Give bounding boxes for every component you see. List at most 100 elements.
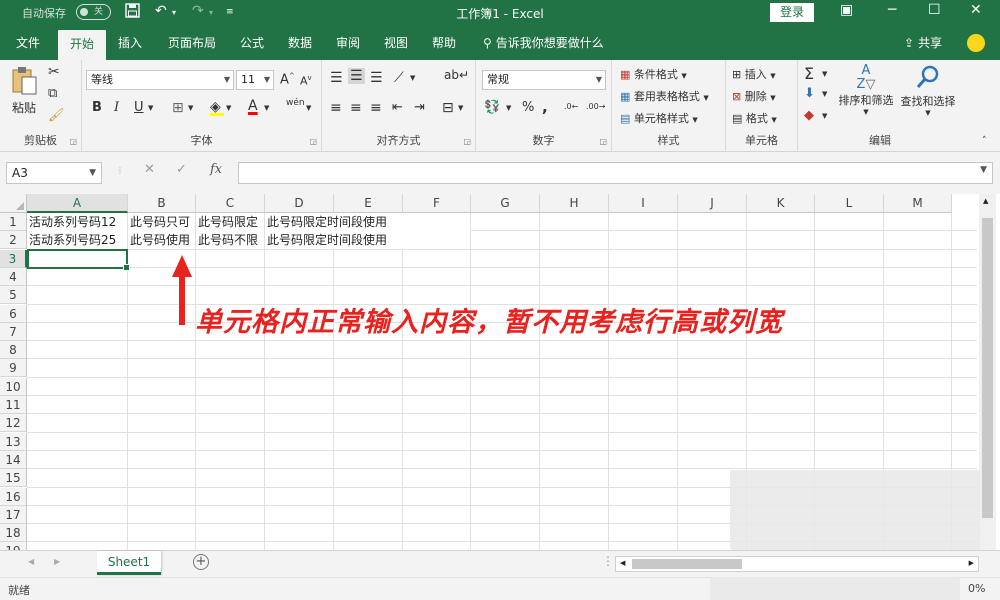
cell-b2[interactable]: 此号码使用 [128,231,195,250]
column-header-m[interactable]: M [884,194,952,213]
share-button[interactable]: ⇪ 共享 [904,26,942,60]
horizontal-scroll-thumb[interactable] [632,559,742,569]
format-as-table-button[interactable]: ▦ 套用表格格式 ▼ [620,88,709,104]
tell-me-box[interactable]: ⚲ 告诉我你想要做什么 [483,26,604,60]
column-header-g[interactable]: G [471,194,540,213]
close-icon[interactable]: ✕ [970,2,982,18]
cell-c1[interactable]: 此号码限定 [196,213,264,231]
row-header-17[interactable]: 17 [0,505,27,524]
column-header-l[interactable]: L [815,194,884,213]
increase-decimal-icon[interactable]: .0← [564,102,578,111]
row-header-6[interactable]: 6 [0,304,27,323]
underline-button[interactable]: U [134,100,144,115]
chevron-down-icon[interactable]: ▼ [188,104,193,112]
column-header-j[interactable]: J [678,194,747,213]
tab-review[interactable]: 审阅 [328,26,368,60]
chevron-down-icon[interactable]: ▼ [306,104,311,112]
row-header-13[interactable]: 13 [0,432,27,451]
phonetic-icon[interactable]: wén [286,98,305,108]
font-launcher-icon[interactable]: ◲ [309,137,317,146]
row-header-18[interactable]: 18 [0,524,27,543]
format-painter-icon[interactable]: 🖌 [48,108,65,123]
top-align-icon[interactable]: ☰ [330,70,343,86]
row-header-9[interactable]: 9 [0,359,27,378]
tab-view[interactable]: 视图 [376,26,416,60]
column-header-a[interactable]: A [27,194,128,213]
percent-button[interactable]: % [522,100,534,115]
orientation-icon[interactable]: ⟋ [394,70,404,86]
tab-page-layout[interactable]: 页面布局 [160,26,224,60]
number-launcher-icon[interactable]: ◲ [599,137,607,146]
row-header-16[interactable]: 16 [0,487,27,506]
select-all-button[interactable] [0,194,27,213]
insert-function-button[interactable]: fx [210,162,222,177]
row-header-14[interactable]: 14 [0,450,27,469]
number-format-select[interactable]: 常规 ▼ [482,70,606,90]
sort-filter-button[interactable]: A Z▽ 排序和筛选 ▼ [836,64,896,117]
cell-d1[interactable]: 此号码限定时间段使用 [265,213,470,231]
column-header-h[interactable]: H [540,194,609,213]
cell-styles-button[interactable]: ▤ 单元格样式 ▼ [620,110,698,126]
column-header-b[interactable]: B [128,194,196,213]
collapse-ribbon-icon[interactable]: ˄ [982,136,987,146]
login-button[interactable]: 登录 [770,3,814,22]
fill-icon[interactable]: ⬇ [804,86,815,101]
column-header-d[interactable]: D [265,194,334,213]
column-header-e[interactable]: E [334,194,403,213]
decrease-indent-icon[interactable]: ⇤ [392,100,403,115]
scroll-left-icon[interactable]: ◀ [620,559,625,567]
tab-split-icon[interactable]: ⋮ [602,554,614,568]
fill-color-icon[interactable]: ◈ [210,99,224,116]
merge-center-icon[interactable]: ⊟ [442,100,454,116]
clear-icon[interactable]: ◆ [804,108,814,123]
clipboard-launcher-icon[interactable]: ◲ [69,137,77,146]
horizontal-scrollbar[interactable]: ◀ ▶ [615,556,979,572]
row-header-8[interactable]: 8 [0,341,27,360]
chevron-down-icon[interactable]: ▼ [148,104,153,112]
column-header-k[interactable]: K [747,194,815,213]
vertical-scroll-thumb[interactable] [982,218,993,518]
maximize-icon[interactable]: ☐ [928,2,941,18]
decrease-font-icon[interactable]: Av [300,74,312,88]
font-name-select[interactable]: 等线 ▼ [86,70,234,90]
increase-font-icon[interactable]: A^ [280,72,295,87]
comma-button[interactable]: , [542,98,548,116]
row-header-7[interactable]: 7 [0,322,27,341]
row-header-1[interactable]: 1 [0,213,27,231]
borders-icon[interactable]: ⊞ [172,100,184,116]
row-header-19[interactable]: 19 [0,542,27,550]
align-center-icon[interactable]: ≡ [350,100,362,116]
ribbon-display-icon[interactable]: ▣ [840,2,853,18]
cut-icon[interactable]: ✂ [48,64,60,80]
bold-button[interactable]: B [92,100,102,115]
copy-icon[interactable]: ⧉ [48,86,57,101]
column-header-i[interactable]: I [609,194,678,213]
tab-file[interactable]: 文件 [8,26,48,60]
middle-align-icon[interactable]: ☰ [348,68,365,84]
conditional-formatting-button[interactable]: ▦ 条件格式 ▼ [620,66,687,82]
tab-data[interactable]: 数据 [280,26,320,60]
feedback-smiley-icon[interactable] [967,34,985,52]
font-color-icon[interactable]: A [248,98,258,114]
row-header-5[interactable]: 5 [0,286,27,305]
align-left-icon[interactable]: ≡ [330,100,342,116]
column-header-c[interactable]: C [196,194,265,213]
sheet-tab-sheet1[interactable]: Sheet1 [97,551,161,575]
italic-button[interactable]: I [114,100,119,115]
chevron-down-icon[interactable]: ▼ [506,104,511,112]
vertical-scrollbar[interactable]: ▲ [979,194,996,550]
zoom-level[interactable]: 0% [968,582,985,595]
alignment-launcher-icon[interactable]: ◲ [463,137,471,146]
chevron-down-icon[interactable]: ▼ [410,74,415,82]
tab-formulas[interactable]: 公式 [232,26,272,60]
row-header-3[interactable]: 3 [0,249,27,268]
chevron-down-icon[interactable]: ▼ [264,104,269,112]
tab-insert[interactable]: 插入 [110,26,150,60]
cell-c2[interactable]: 此号码不限 [196,231,264,250]
row-header-4[interactable]: 4 [0,267,27,286]
chevron-down-icon[interactable]: ▼ [980,165,987,175]
chevron-down-icon[interactable]: ▼ [458,104,463,112]
row-header-12[interactable]: 12 [0,414,27,433]
autosum-icon[interactable]: Σ [804,64,814,83]
scroll-right-sheets-icon[interactable]: ▶ [54,557,60,566]
